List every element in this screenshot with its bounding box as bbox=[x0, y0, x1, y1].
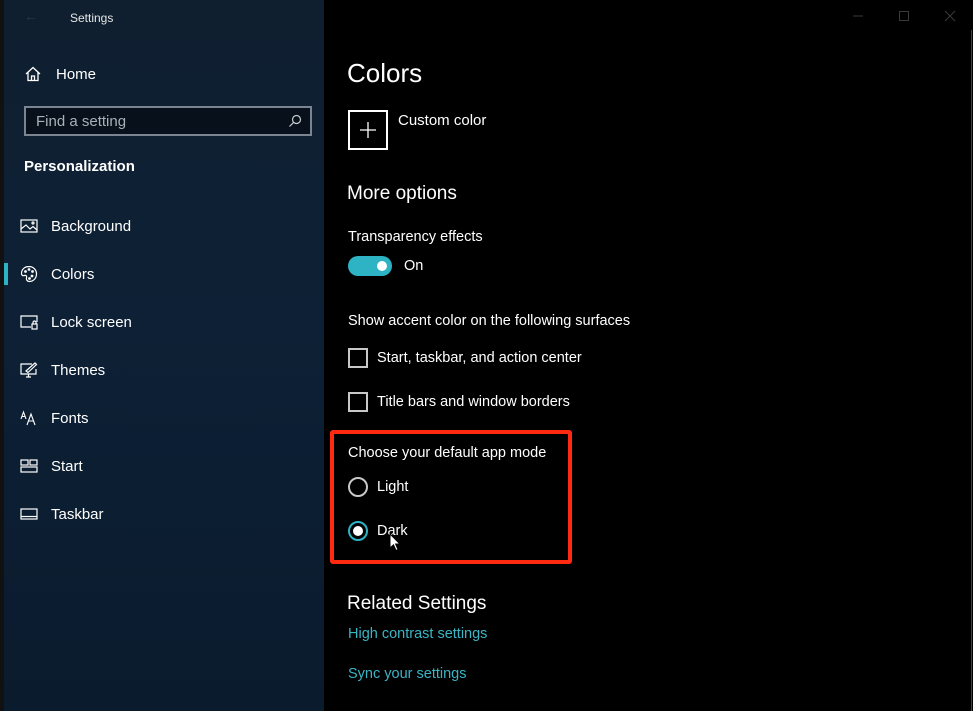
home-label: Home bbox=[56, 65, 97, 83]
sidebar-item-label: Start bbox=[51, 457, 83, 475]
sidebar-home[interactable]: Home bbox=[24, 62, 96, 86]
palette-icon bbox=[20, 265, 38, 283]
related-settings-heading: Related Settings bbox=[347, 593, 487, 614]
checkbox[interactable] bbox=[348, 348, 368, 368]
sidebar-item-label: Lock screen bbox=[51, 313, 132, 331]
sidebar-item-label: Background bbox=[51, 217, 132, 235]
sidebar-item-themes[interactable]: Themes bbox=[4, 346, 324, 394]
selection-indicator bbox=[4, 503, 8, 525]
lock-screen-icon bbox=[20, 313, 38, 331]
plus-icon bbox=[348, 110, 388, 150]
sidebar-nav: Background Colors Lock screen Themes Fon… bbox=[4, 202, 324, 538]
back-arrow-icon[interactable]: ← bbox=[24, 8, 40, 24]
radio-button[interactable] bbox=[348, 521, 368, 541]
selection-indicator bbox=[4, 263, 8, 285]
checkbox[interactable] bbox=[348, 392, 368, 412]
custom-color-label: Custom color bbox=[398, 112, 487, 129]
sidebar-item-fonts[interactable]: Fonts bbox=[4, 394, 324, 442]
app-mode-label: Choose your default app mode bbox=[348, 445, 547, 461]
themes-icon bbox=[20, 361, 38, 379]
sidebar-item-label: Fonts bbox=[51, 409, 89, 427]
close-icon bbox=[944, 10, 956, 22]
selection-indicator bbox=[4, 359, 8, 381]
checkbox-label: Start, taskbar, and action center bbox=[377, 350, 582, 366]
sidebar-item-start[interactable]: Start bbox=[4, 442, 324, 490]
maximize-button[interactable] bbox=[881, 0, 927, 32]
window-border-right bbox=[971, 30, 972, 711]
section-title: Personalization bbox=[24, 158, 135, 175]
window-controls bbox=[835, 0, 973, 32]
custom-color-button[interactable]: Custom color bbox=[348, 110, 486, 150]
sidebar-item-background[interactable]: Background bbox=[4, 202, 324, 250]
sidebar-item-label: Taskbar bbox=[51, 505, 104, 523]
sidebar-item-taskbar[interactable]: Taskbar bbox=[4, 490, 324, 538]
transparency-state: On bbox=[404, 258, 424, 274]
selection-indicator bbox=[4, 407, 8, 429]
high-contrast-link[interactable]: High contrast settings bbox=[348, 626, 487, 642]
start-icon bbox=[20, 457, 38, 475]
search-input[interactable] bbox=[36, 112, 288, 130]
radio-label: Light bbox=[377, 479, 409, 495]
minimize-icon bbox=[853, 15, 863, 17]
minimize-button[interactable] bbox=[835, 0, 881, 32]
checkbox-start-taskbar[interactable]: Start, taskbar, and action center bbox=[348, 348, 582, 368]
mouse-cursor-icon bbox=[389, 533, 402, 552]
sidebar-item-colors[interactable]: Colors bbox=[4, 250, 324, 298]
toggle-knob bbox=[377, 261, 387, 271]
radio-light[interactable]: Light bbox=[348, 477, 408, 497]
settings-window: ← Settings Home Personalization bbox=[0, 0, 973, 711]
sidebar-item-lock-screen[interactable]: Lock screen bbox=[4, 298, 324, 346]
home-icon bbox=[24, 65, 42, 83]
transparency-label: Transparency effects bbox=[348, 229, 483, 245]
close-button[interactable] bbox=[927, 0, 973, 32]
checkbox-title-bars[interactable]: Title bars and window borders bbox=[348, 392, 570, 412]
sidebar-item-label: Colors bbox=[51, 265, 95, 283]
sync-settings-link[interactable]: Sync your settings bbox=[348, 666, 466, 682]
selection-indicator bbox=[4, 215, 8, 237]
accent-surfaces-label: Show accent color on the following surfa… bbox=[348, 313, 631, 329]
sidebar: ← Settings Home Personalization bbox=[4, 0, 324, 711]
checkbox-label: Title bars and window borders bbox=[377, 394, 570, 410]
radio-button[interactable] bbox=[348, 477, 368, 497]
taskbar-icon bbox=[20, 505, 38, 523]
transparency-toggle[interactable] bbox=[348, 256, 392, 276]
page-title: Colors bbox=[347, 58, 423, 88]
search-icon[interactable] bbox=[288, 114, 302, 128]
more-options-heading: More options bbox=[347, 183, 457, 204]
selection-indicator bbox=[4, 311, 8, 333]
search-box[interactable] bbox=[24, 106, 312, 136]
selection-indicator bbox=[4, 455, 8, 477]
fonts-icon bbox=[20, 409, 38, 427]
maximize-icon bbox=[899, 11, 909, 21]
app-title: Settings bbox=[70, 11, 114, 25]
sidebar-item-label: Themes bbox=[51, 361, 106, 379]
picture-icon bbox=[20, 217, 38, 235]
